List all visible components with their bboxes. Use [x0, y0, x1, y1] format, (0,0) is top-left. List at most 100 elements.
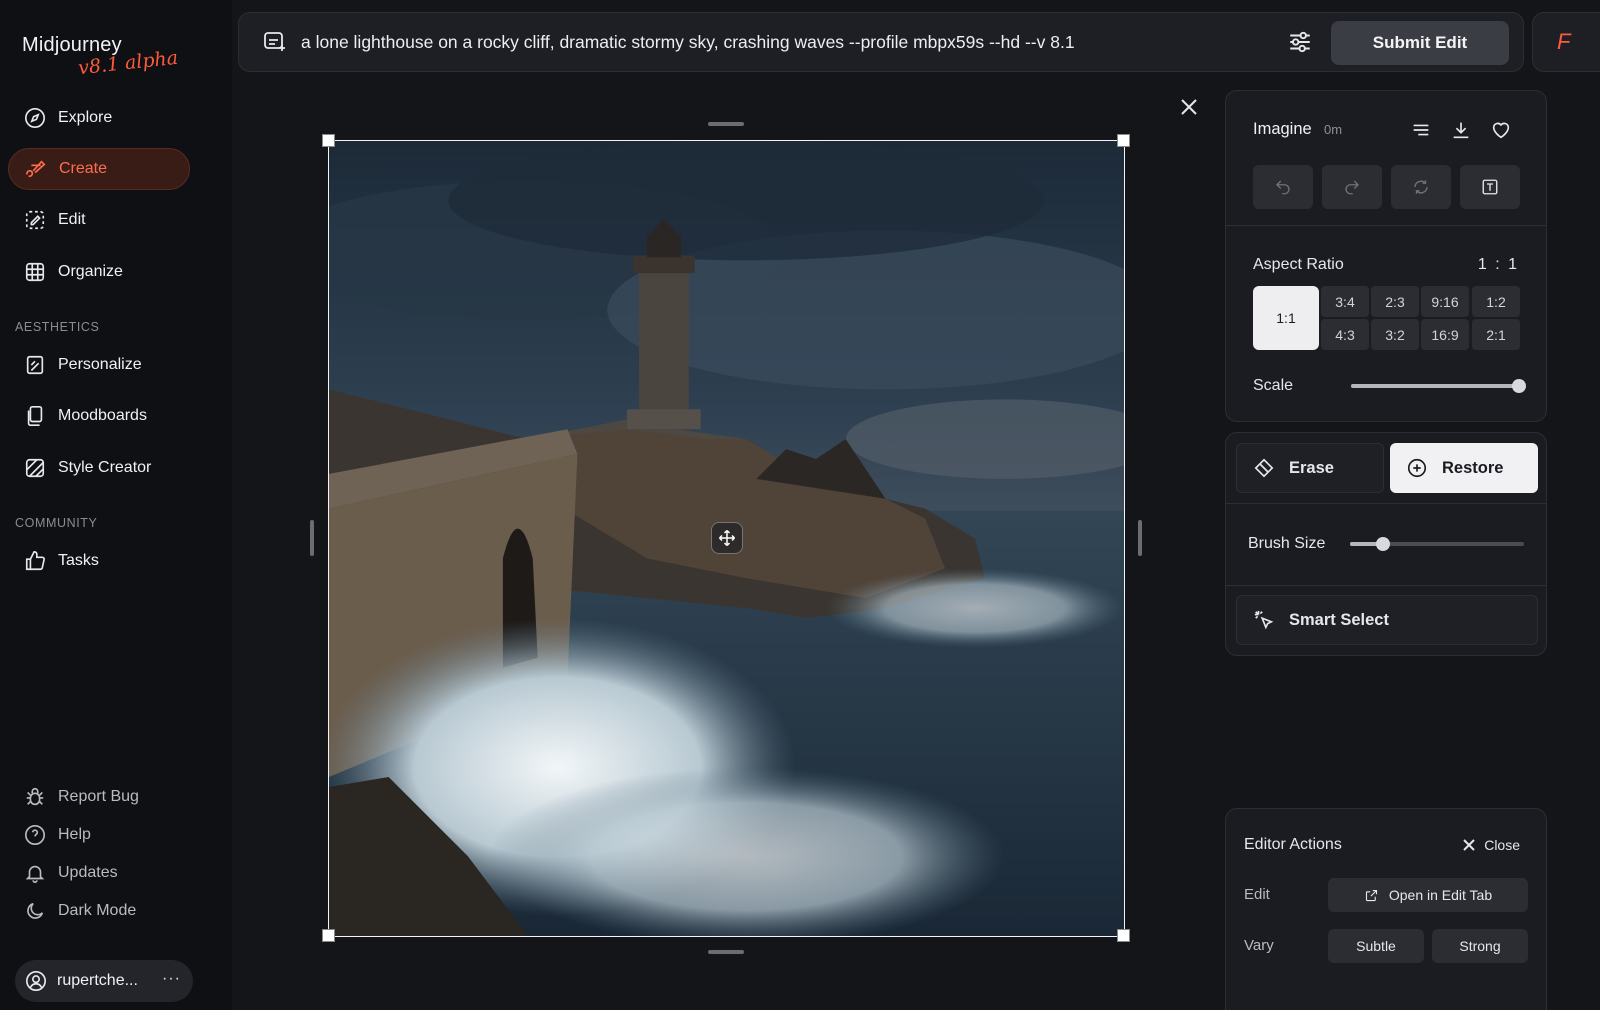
- editor-actions-title: Editor Actions: [1244, 836, 1342, 853]
- smart-select-button[interactable]: Smart Select: [1236, 595, 1538, 645]
- foot-item-label: Report Bug: [58, 788, 139, 805]
- editor-actions-panel: Editor Actions Close Edit Open in Edit T…: [1225, 808, 1547, 1010]
- close-label: Close: [1484, 837, 1520, 853]
- scale-slider[interactable]: [1351, 379, 1526, 393]
- resize-handle-right[interactable]: [1138, 520, 1142, 556]
- vary-row-label: Vary: [1244, 937, 1274, 954]
- sidebar-item-label: Organize: [58, 263, 123, 280]
- heart-icon[interactable]: [1490, 119, 1512, 141]
- job-time: 0m: [1324, 122, 1343, 137]
- personalize-icon: [26, 355, 44, 375]
- user-avatar-icon: [26, 971, 46, 991]
- add-image-icon[interactable]: [263, 30, 287, 54]
- aspect-option[interactable]: 16:9: [1421, 319, 1469, 350]
- job-title: Imagine: [1253, 120, 1312, 138]
- help-icon: [25, 825, 45, 845]
- sidebar-item-label: Explore: [58, 109, 113, 126]
- aspect-option[interactable]: 2:1: [1472, 319, 1520, 350]
- edit-frame-icon: [25, 210, 45, 230]
- logo[interactable]: Midjourney v8.1 alpha: [22, 34, 179, 79]
- sidebar-item-create[interactable]: Create: [8, 148, 190, 190]
- redo-icon: [1345, 180, 1359, 195]
- brush-size-slider[interactable]: [1350, 537, 1524, 551]
- vary-strong-button[interactable]: Strong: [1432, 929, 1528, 963]
- grid-icon: [25, 262, 45, 282]
- job-panel: Imagine 0m Aspect Ratio 1 : 1 1:1 3:4 2:…: [1225, 90, 1547, 422]
- sidebar-item-personalize[interactable]: Personalize: [8, 344, 190, 386]
- sidebar-item-edit[interactable]: Edit: [8, 199, 190, 241]
- style-creator-icon: [25, 458, 45, 478]
- dark-mode-toggle[interactable]: Dark Mode: [24, 900, 136, 922]
- help-link[interactable]: Help: [24, 824, 91, 846]
- moodboard-icon: [27, 406, 43, 426]
- aspect-option[interactable]: 2:3: [1371, 286, 1419, 317]
- smart-select-label: Smart Select: [1289, 610, 1389, 629]
- sidebar-item-label: Tasks: [58, 552, 99, 569]
- divider: [1226, 225, 1546, 226]
- foot-item-label: Updates: [58, 864, 118, 881]
- prompt-input[interactable]: a lone lighthouse on a rocky cliff, dram…: [301, 32, 1075, 53]
- erase-button[interactable]: Erase: [1236, 443, 1384, 493]
- foot-item-label: Help: [58, 826, 91, 843]
- resize-handle-left[interactable]: [310, 520, 314, 556]
- prompt-bar: a lone lighthouse on a rocky cliff, dram…: [238, 12, 1524, 72]
- report-bug-link[interactable]: Report Bug: [24, 786, 139, 808]
- move-arrows-icon: [718, 529, 736, 547]
- editor-actions-close-button[interactable]: Close: [1462, 837, 1520, 853]
- redo-button[interactable]: [1322, 165, 1382, 209]
- aspect-option[interactable]: 9:16: [1421, 286, 1469, 317]
- submit-edit-button[interactable]: Submit Edit: [1331, 21, 1509, 65]
- bell-icon: [25, 865, 45, 883]
- divider: [1226, 503, 1546, 504]
- partial-glyph: F: [1557, 29, 1571, 54]
- resize-handle-bottom[interactable]: [708, 950, 744, 954]
- settings-sliders-icon[interactable]: [1287, 29, 1313, 55]
- crop-corner-bottom-left[interactable]: [322, 929, 335, 942]
- sidebar-item-label: Create: [59, 160, 108, 177]
- sidebar-item-style-creator[interactable]: Style Creator: [8, 447, 190, 489]
- reset-button[interactable]: [1391, 165, 1451, 209]
- external-link-icon: [1365, 889, 1377, 901]
- crop-corner-top-right[interactable]: [1117, 134, 1130, 147]
- list-icon[interactable]: [1410, 119, 1432, 141]
- thumbs-up-icon: [25, 551, 45, 571]
- crop-corner-bottom-right[interactable]: [1117, 929, 1130, 942]
- aspect-option[interactable]: 1:2: [1472, 286, 1520, 317]
- crop-corner-top-left[interactable]: [322, 134, 335, 147]
- secondary-bar[interactable]: F: [1532, 12, 1600, 72]
- download-icon[interactable]: [1450, 119, 1472, 141]
- compass-icon: [25, 108, 45, 128]
- edit-row-label: Edit: [1244, 886, 1270, 903]
- sidebar-item-label: Moodboards: [58, 407, 147, 424]
- smart-select-icon: [1254, 610, 1274, 630]
- close-editor-icon[interactable]: [1180, 98, 1198, 116]
- bug-icon: [26, 787, 44, 806]
- restore-button[interactable]: Restore: [1390, 443, 1538, 493]
- section-label-community: COMMUNITY: [15, 516, 98, 530]
- more-options-icon[interactable]: ···: [162, 970, 181, 988]
- undo-button[interactable]: [1253, 165, 1313, 209]
- section-label-aesthetics: AESTHETICS: [15, 320, 100, 334]
- sidebar-item-organize[interactable]: Organize: [8, 251, 190, 293]
- brush-panel: Erase Restore Brush Size Smart Select: [1225, 432, 1547, 656]
- sidebar-item-tasks[interactable]: Tasks: [8, 540, 190, 582]
- aspect-option[interactable]: 4:3: [1321, 319, 1369, 350]
- sidebar-item-moodboards[interactable]: Moodboards: [8, 395, 190, 437]
- text-tool-button[interactable]: [1460, 165, 1520, 209]
- brush-size-slider-knob[interactable]: [1376, 537, 1390, 551]
- move-handle[interactable]: [711, 522, 743, 554]
- aspect-option[interactable]: 3:2: [1371, 319, 1419, 350]
- aspect-option-selected[interactable]: 1:1: [1253, 286, 1319, 350]
- user-menu[interactable]: rupertche... ···: [15, 960, 193, 1002]
- updates-link[interactable]: Updates: [24, 862, 118, 884]
- resize-handle-top[interactable]: [708, 122, 744, 126]
- sidebar-item-label: Style Creator: [58, 459, 152, 476]
- divider: [1226, 585, 1546, 586]
- aspect-option[interactable]: 3:4: [1321, 286, 1369, 317]
- sidebar-item-explore[interactable]: Explore: [8, 97, 190, 139]
- scale-slider-knob[interactable]: [1512, 379, 1526, 393]
- aspect-ratio-value: 1 : 1: [1477, 256, 1519, 273]
- plus-circle-icon: [1407, 458, 1427, 478]
- open-in-edit-tab-button[interactable]: Open in Edit Tab: [1328, 878, 1528, 912]
- vary-subtle-button[interactable]: Subtle: [1328, 929, 1424, 963]
